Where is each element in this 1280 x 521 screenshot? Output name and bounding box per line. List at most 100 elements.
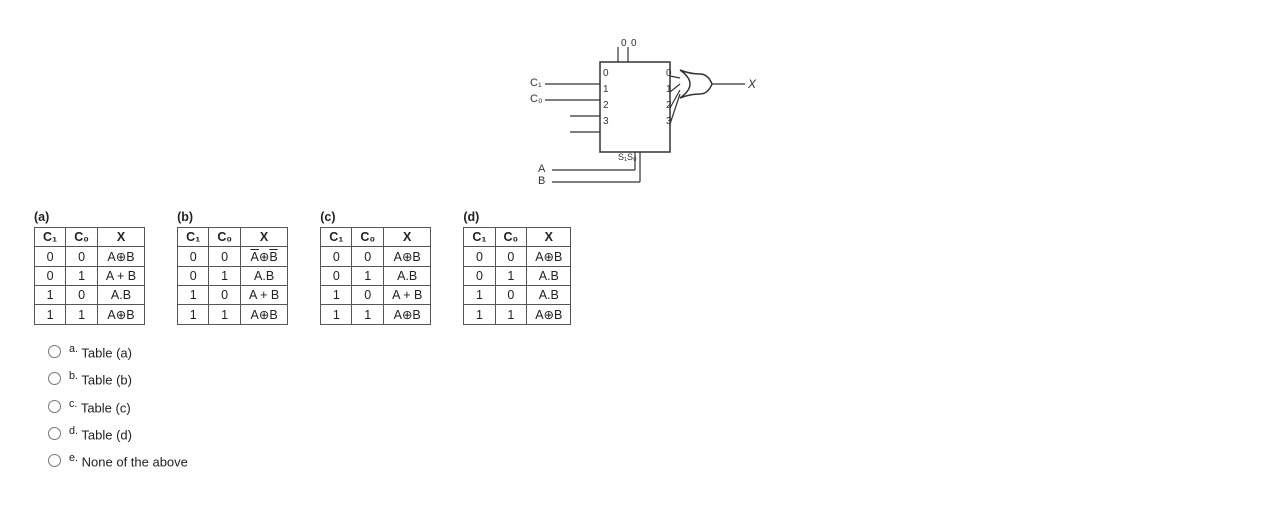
table-row: 01A.B xyxy=(178,267,288,286)
table-row: 11A⊕B xyxy=(321,305,431,325)
table-cell: 1 xyxy=(495,267,527,286)
truth-table-a: (a) C₁C₀X00A⊕B01A + B10A.B11A⊕B xyxy=(34,210,145,325)
table-cell: A⊕B xyxy=(240,247,287,267)
table-row: 01A + B xyxy=(35,267,145,286)
truth-table-b: (b)C₁C₀X00A⊕B01A.B10A + B11A⊕B xyxy=(177,210,288,325)
table-header: C₁ xyxy=(321,228,352,247)
option-label-b: b. Table (b) xyxy=(69,370,132,387)
svg-text:1: 1 xyxy=(666,84,672,95)
truth-table-grid-0: C₁C₀X00A⊕B01A + B10A.B11A⊕B xyxy=(34,227,145,325)
table-header: X xyxy=(384,228,431,247)
truth-table-grid-1: C₁C₀X00A⊕B01A.B10A + B11A⊕B xyxy=(177,227,288,325)
table-cell: 1 xyxy=(209,267,241,286)
table-row: 10A + B xyxy=(321,286,431,305)
svg-text:X: X xyxy=(747,77,757,91)
table-header: C₀ xyxy=(352,228,384,247)
table-cell: A⊕B xyxy=(97,247,144,267)
svg-text:B: B xyxy=(538,175,545,187)
table-cell: 1 xyxy=(321,286,352,305)
table-cell: 1 xyxy=(495,305,527,325)
radio-option-d[interactable] xyxy=(48,427,61,440)
option-row-e[interactable]: e. None of the above xyxy=(48,452,1256,469)
option-label-d: d. Table (d) xyxy=(69,425,132,442)
table-cell: A⊕B xyxy=(384,305,431,325)
table-cell: A.B xyxy=(527,286,571,305)
svg-text:0: 0 xyxy=(603,68,609,79)
table-cell: 0 xyxy=(35,267,66,286)
table-cell: 0 xyxy=(35,247,66,267)
table-header: C₀ xyxy=(66,228,98,247)
table-cell: A + B xyxy=(97,267,144,286)
table-cell: 0 xyxy=(178,247,209,267)
svg-text:0: 0 xyxy=(621,38,627,49)
table-row: 10A + B xyxy=(178,286,288,305)
radio-option-c[interactable] xyxy=(48,400,61,413)
table-label-0: (a) xyxy=(34,210,49,224)
option-label-e: e. None of the above xyxy=(69,452,188,469)
table-cell: 1 xyxy=(178,305,209,325)
option-label-a: a. Table (a) xyxy=(69,343,132,360)
table-cell: 1 xyxy=(352,305,384,325)
table-label-1: (b) xyxy=(177,210,193,224)
table-cell: 0 xyxy=(209,247,241,267)
radio-option-b[interactable] xyxy=(48,372,61,385)
table-cell: A⊕B xyxy=(240,305,287,325)
table-cell: 1 xyxy=(209,305,241,325)
table-header: C₁ xyxy=(178,228,209,247)
table-cell: 0 xyxy=(464,267,495,286)
table-cell: A⊕B xyxy=(384,247,431,267)
option-label-c: c. Table (c) xyxy=(69,398,131,415)
radio-option-e[interactable] xyxy=(48,454,61,467)
table-cell: 1 xyxy=(66,267,98,286)
option-row-c[interactable]: c. Table (c) xyxy=(48,398,1256,415)
table-cell: 0 xyxy=(464,247,495,267)
table-header: X xyxy=(240,228,287,247)
table-cell: A⊕B xyxy=(527,305,571,325)
table-cell: 0 xyxy=(321,267,352,286)
table-cell: A.B xyxy=(240,267,287,286)
truth-table-grid-2: C₁C₀X00A⊕B01A.B10A + B11A⊕B xyxy=(320,227,431,325)
table-row: 11A⊕B xyxy=(178,305,288,325)
svg-text:S₁S₀: S₁S₀ xyxy=(618,152,637,162)
table-header: C₀ xyxy=(495,228,527,247)
table-cell: 0 xyxy=(352,247,384,267)
table-cell: A⊕B xyxy=(527,247,571,267)
option-row-b[interactable]: b. Table (b) xyxy=(48,370,1256,387)
truth-table-c: (c)C₁C₀X00A⊕B01A.B10A + B11A⊕B xyxy=(320,210,431,325)
table-cell: 1 xyxy=(35,286,66,305)
table-cell: A.B xyxy=(384,267,431,286)
table-row: 00A⊕B xyxy=(464,247,571,267)
svg-text:A: A xyxy=(538,163,546,175)
table-cell: 0 xyxy=(495,286,527,305)
radio-option-a[interactable] xyxy=(48,345,61,358)
table-row: 00A⊕B xyxy=(35,247,145,267)
table-cell: 0 xyxy=(209,286,241,305)
table-row: 00A⊕B xyxy=(178,247,288,267)
table-row: 00A⊕B xyxy=(321,247,431,267)
table-cell: 1 xyxy=(321,305,352,325)
table-header: C₁ xyxy=(35,228,66,247)
table-cell: A + B xyxy=(240,286,287,305)
table-cell: A + B xyxy=(384,286,431,305)
table-cell: 1 xyxy=(35,305,66,325)
options-area: a. Table (a) b. Table (b) c. Table (c) d. T… xyxy=(24,343,1256,470)
option-row-a[interactable]: a. Table (a) xyxy=(48,343,1256,360)
table-row: 10A.B xyxy=(464,286,571,305)
table-cell: 0 xyxy=(66,286,98,305)
table-cell: 0 xyxy=(352,286,384,305)
table-label-2: (c) xyxy=(320,210,335,224)
option-row-d[interactable]: d. Table (d) xyxy=(48,425,1256,442)
svg-text:1: 1 xyxy=(603,84,609,95)
table-header: C₀ xyxy=(209,228,241,247)
table-row: 01A.B xyxy=(464,267,571,286)
svg-text:C₀: C₀ xyxy=(530,93,543,105)
circuit-svg: 0 1 2 3 0 1 2 3 C₁ C₀ X A B xyxy=(470,32,810,192)
svg-text:3: 3 xyxy=(603,116,609,127)
truth-table-grid-3: C₁C₀X00A⊕B01A.B10A.B11A⊕B xyxy=(463,227,571,325)
circuit-diagram-area: 0 1 2 3 0 1 2 3 C₁ C₀ X A B xyxy=(24,32,1256,192)
table-cell: 0 xyxy=(66,247,98,267)
table-cell: 0 xyxy=(321,247,352,267)
table-cell: 1 xyxy=(66,305,98,325)
table-header: C₁ xyxy=(464,228,495,247)
svg-text:0: 0 xyxy=(666,68,672,79)
